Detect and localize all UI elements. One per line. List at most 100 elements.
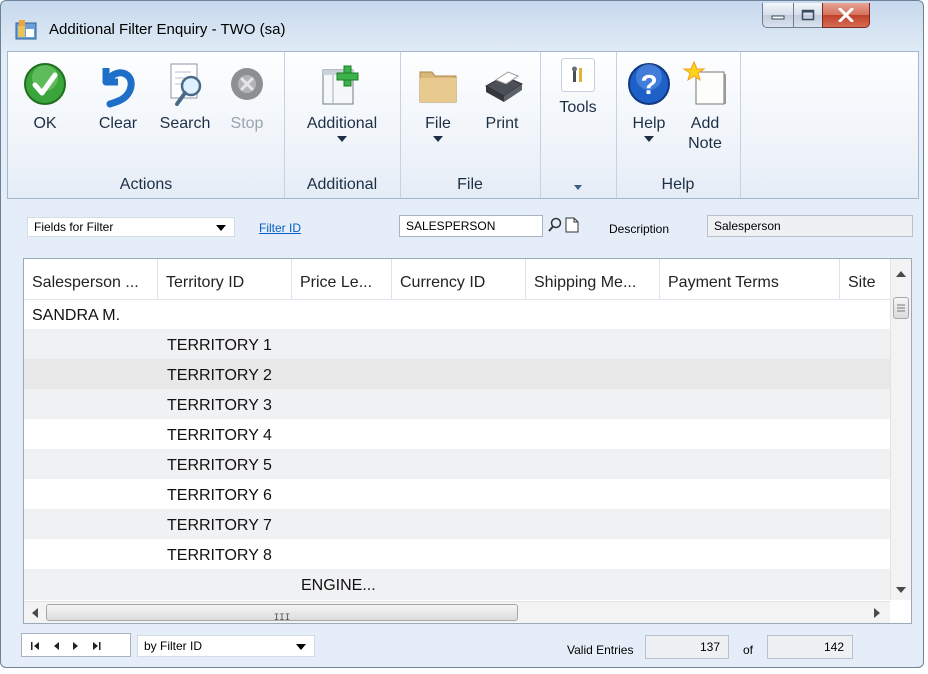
description-value: Salesperson [714,219,781,233]
folder-icon [419,71,457,103]
last-record-icon[interactable] [90,641,102,651]
column-header-currency-id[interactable]: Currency ID [392,259,526,299]
close-icon [838,8,854,22]
clear-label: Clear [98,115,138,132]
app-window: Additional Filter Enquiry - TWO (sa) OK … [0,0,924,668]
filter-bar: Fields for Filter Filter ID SALESPERSON … [7,201,917,251]
first-record-icon[interactable] [30,641,42,651]
record-navigation [21,633,131,657]
sort-by-value: by Filter ID [144,639,203,653]
new-document-icon[interactable] [565,217,579,233]
add-note-button[interactable]: Add Note [680,60,730,154]
search-document-icon [170,63,202,106]
fields-for-filter-value: Fields for Filter [34,220,114,234]
column-header-payment-terms[interactable]: Payment Terms [660,259,840,299]
table-row[interactable]: TERRITORY 3 [24,389,890,419]
scroll-up-icon[interactable] [896,271,906,277]
next-record-icon[interactable] [72,641,80,651]
table-row[interactable]: TERRITORY 2 [24,359,890,389]
additional-button[interactable]: Additional [292,60,392,142]
tools-expand-icon[interactable] [574,185,582,190]
territory-cell: TERRITORY 4 [167,427,272,444]
valid-entries-count: 137 [645,635,729,659]
grip-icon [897,304,905,312]
checkmark-icon [24,63,66,105]
column-header-price-level[interactable]: Price Le... [292,259,392,299]
ok-button[interactable]: OK [20,60,70,134]
table-row[interactable]: TERRITORY 6 [24,479,890,509]
chevron-down-icon [337,136,347,142]
tools-icon [572,66,582,82]
close-button[interactable] [822,3,870,28]
note-icon [682,60,726,105]
help-label: Help [632,115,666,132]
valid-entries-label: Valid Entries [567,643,634,657]
minimize-icon [771,15,785,20]
print-button[interactable]: Print [476,60,528,134]
ribbon: OK Clear Search Stop Actions Additional … [7,51,919,199]
horizontal-scrollbar[interactable]: III [24,601,890,623]
territory-cell: TERRITORY 6 [167,487,272,504]
tools-label: Tools [559,99,597,116]
tools-icon-frame [561,58,595,92]
svg-text:?: ? [640,69,657,100]
tools-button[interactable]: Tools [552,58,604,118]
add-note-label-1: Add [690,115,720,132]
minimize-button[interactable] [762,3,794,28]
territory-cell: TERRITORY 5 [167,457,272,474]
table-row[interactable]: TERRITORY 7 [24,509,890,539]
table-row[interactable]: TERRITORY 8 [24,539,890,569]
stop-button[interactable]: Stop [222,60,272,134]
file-group-label: File [457,176,483,193]
help-button[interactable]: ? Help [624,60,674,142]
fields-for-filter-select[interactable]: Fields for Filter [27,217,235,237]
group-tools: Tools [540,52,617,198]
actions-group-label: Actions [119,176,173,193]
additional-button-label: Additional [306,115,378,132]
description-field: Salesperson [707,215,913,237]
territory-cell: TERRITORY 1 [167,337,272,354]
column-header-salesperson[interactable]: Salesperson ... [24,259,158,299]
window-title: Additional Filter Enquiry - TWO (sa) [49,21,286,38]
scroll-right-icon[interactable] [874,608,880,618]
print-label: Print [485,115,519,132]
territory-cell: TERRITORY 8 [167,547,272,564]
lookup-icon[interactable] [547,217,563,233]
chevron-down-icon [644,136,654,142]
column-header-shipping-method[interactable]: Shipping Me... [526,259,660,299]
search-button[interactable]: Search [154,60,216,134]
territory-cell: TERRITORY 2 [167,367,272,384]
file-button[interactable]: File [416,60,460,142]
table-row[interactable]: ENGINE... [24,569,890,600]
scroll-down-icon[interactable] [896,587,906,593]
column-header-site[interactable]: Site [840,259,890,299]
title-bar: Additional Filter Enquiry - TWO (sa) [1,1,923,51]
column-header-territory-id[interactable]: Territory ID [158,259,292,299]
price-level-cell: ENGINE... [301,577,376,594]
filter-id-input[interactable]: SALESPERSON [399,215,543,237]
territory-cell: TERRITORY 3 [167,397,272,414]
table-row[interactable]: SANDRA M. [24,299,890,329]
ok-label: OK [33,115,57,132]
maximize-button[interactable] [793,3,823,28]
table-row[interactable]: TERRITORY 1 [24,329,890,359]
table-row[interactable]: TERRITORY 4 [24,419,890,449]
app-icon [15,20,37,40]
vertical-scrollbar[interactable] [890,259,911,600]
undo-icon [102,68,135,108]
vertical-scroll-thumb[interactable] [893,297,909,319]
clear-button[interactable]: Clear [90,60,146,134]
stop-label: Stop [230,115,264,132]
filter-id-link[interactable]: Filter ID [259,221,301,235]
scroll-left-icon[interactable] [32,608,38,618]
description-label: Description [609,222,670,236]
group-additional: Additional Additional [284,52,401,198]
salesperson-cell: SANDRA M. [32,307,121,324]
sort-by-select[interactable]: by Filter ID [137,635,315,657]
file-label: File [425,115,451,132]
scroll-grip: III [273,613,291,623]
status-bar: by Filter ID Valid Entries 137 of 142 [7,629,917,663]
previous-record-icon[interactable] [52,641,60,651]
table-row[interactable]: TERRITORY 5 [24,449,890,479]
horizontal-scroll-thumb[interactable]: III [46,604,518,623]
